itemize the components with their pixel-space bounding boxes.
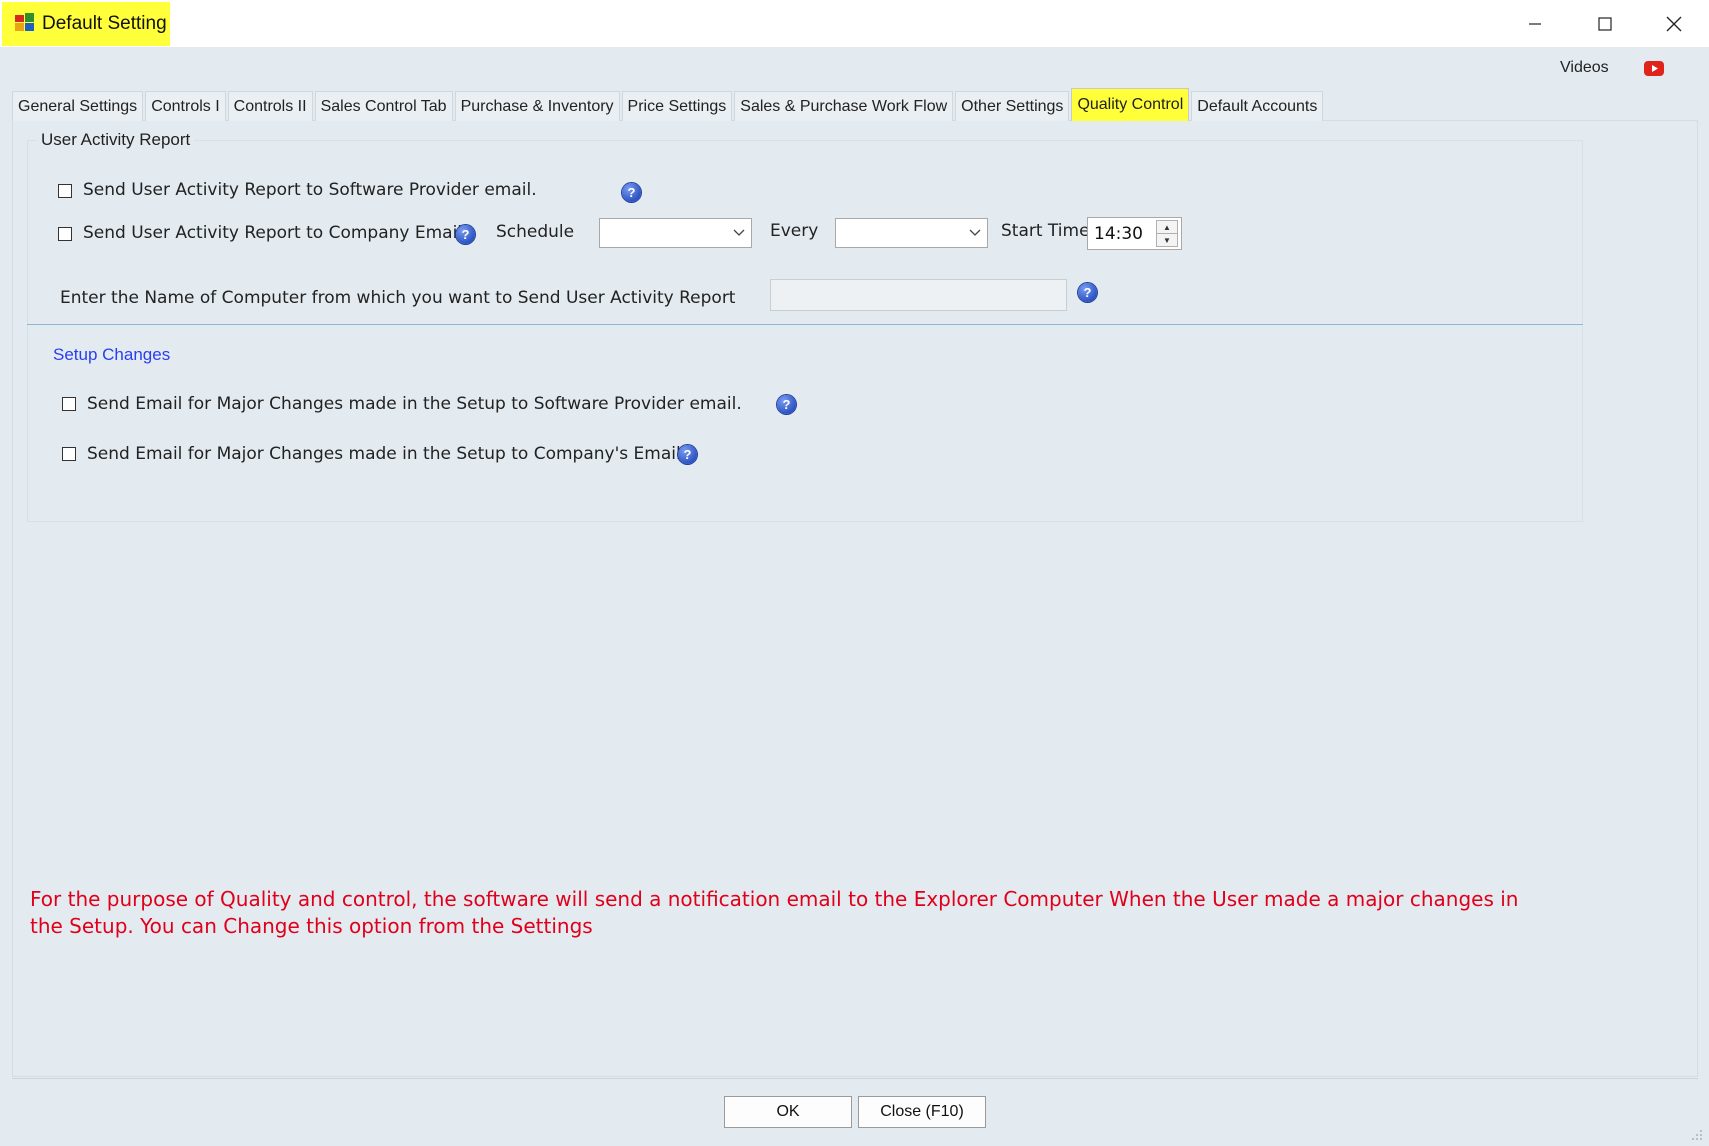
maximize-button[interactable] [1575,4,1635,44]
send-activity-company-checkbox[interactable] [58,227,72,241]
tab-other-settings[interactable]: Other Settings [955,91,1070,121]
tab-quality-control[interactable]: Quality Control [1071,88,1190,121]
window-title: Default Setting [42,13,167,34]
help-icon[interactable]: ? [777,395,796,414]
help-icon[interactable]: ? [678,445,697,464]
youtube-icon[interactable] [1644,61,1664,76]
close-window-button[interactable] [1644,4,1704,44]
spin-up-icon[interactable]: ▲ [1157,221,1177,233]
help-icon[interactable]: ? [456,225,475,244]
schedule-select[interactable] [599,218,752,248]
tab-purchase-inventory[interactable]: Purchase & Inventory [454,91,620,121]
start-time-label: Start Time [1001,221,1090,241]
setup-provider-email-label: Send Email for Major Changes made in the… [87,394,742,414]
tab-general-settings[interactable]: General Settings [12,91,144,121]
minimize-button[interactable] [1505,4,1565,44]
app-icon [15,13,34,31]
send-activity-provider-checkbox[interactable] [58,184,72,198]
maximize-icon [1598,17,1612,31]
every-select[interactable] [835,218,988,248]
setup-changes-title: Setup Changes [53,345,171,364]
setup-provider-email-checkbox[interactable] [62,397,76,411]
tab-default-accounts[interactable]: Default Accounts [1191,91,1324,121]
help-icon[interactable]: ? [1078,283,1097,302]
ok-button[interactable]: OK [724,1096,852,1128]
resize-grip-icon[interactable] [1690,1128,1704,1142]
computer-name-label: Enter the Name of Computer from which yo… [60,288,736,308]
tab-sales-purchase-work-flow[interactable]: Sales & Purchase Work Flow [734,91,954,121]
tab-strip: General Settings Controls I Controls II … [12,88,1325,121]
start-time-spinner[interactable]: 14:30 ▲ ▼ [1087,217,1182,250]
setup-company-email-checkbox[interactable] [62,447,76,461]
tab-controls-1[interactable]: Controls I [145,91,226,121]
schedule-label: Schedule [496,222,575,242]
setup-company-email-label: Send Email for Major Changes made in the… [87,444,681,464]
start-time-value: 14:30 [1094,224,1143,244]
spin-down-icon[interactable]: ▼ [1157,233,1177,246]
quality-notice-text: For the purpose of Quality and control, … [30,887,1519,938]
every-label: Every [770,221,819,241]
chevron-down-icon [733,229,745,236]
send-activity-company-label: Send User Activity Report to Company Ema… [83,223,463,243]
footer-divider [12,1078,1698,1079]
title-bar [0,0,1709,47]
tab-controls-2[interactable]: Controls II [227,91,313,121]
tab-sales-control[interactable]: Sales Control Tab [314,91,453,121]
close-button[interactable]: Close (F10) [858,1096,986,1128]
close-icon [1666,16,1682,32]
help-icon[interactable]: ? [622,183,641,202]
start-time-spin-buttons: ▲ ▼ [1156,220,1178,247]
group-separator [27,324,1583,325]
chevron-down-icon [969,229,981,236]
user-activity-group-title: User Activity Report [37,130,195,150]
tab-price-settings[interactable]: Price Settings [621,91,733,121]
computer-name-input[interactable] [770,279,1067,311]
send-activity-provider-label: Send User Activity Report to Software Pr… [83,180,537,200]
videos-link[interactable]: Videos [1560,59,1609,77]
minimize-icon [1529,23,1541,25]
